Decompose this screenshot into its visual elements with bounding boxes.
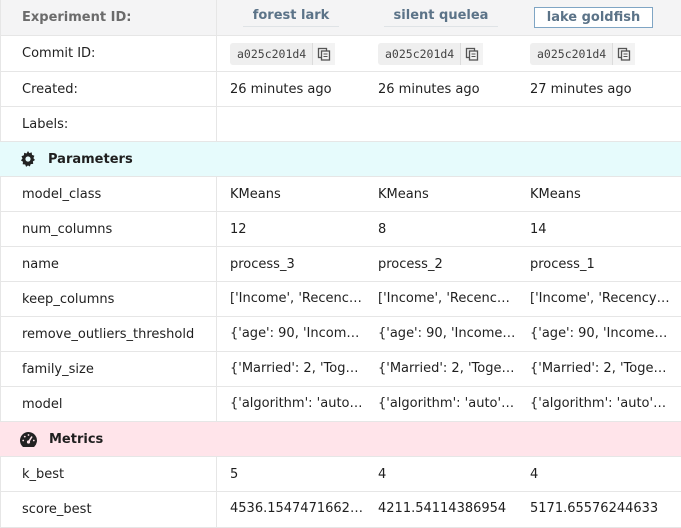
commit-cell: a025c201d4	[217, 36, 365, 71]
metric-value: 4211.54114386954	[378, 501, 507, 516]
param-value: {'algorithm': 'auto', 'n_init': 10}	[378, 396, 517, 411]
param-value: process_2	[378, 256, 443, 272]
param-value: {'Married': 2, 'Together': 2}	[530, 361, 670, 376]
param-value: {'algorithm': 'auto', 'n_init': 10}	[530, 396, 670, 411]
param-value: 14	[530, 221, 547, 237]
param-value: 12	[230, 221, 247, 237]
metrics-section-header[interactable]: Metrics	[0, 422, 681, 457]
param-value: KMeans	[530, 186, 581, 202]
metric-row-k-best: k_best 5 4 4	[0, 457, 681, 492]
labels-value	[365, 107, 517, 141]
row-label: model	[0, 387, 217, 421]
created-value: 27 minutes ago	[530, 81, 632, 97]
commit-cell: a025c201d4	[365, 36, 517, 71]
row-label: name	[0, 247, 217, 281]
metric-value: 5	[230, 466, 239, 482]
section-title-wrap: Parameters	[0, 142, 681, 176]
table-header-row: Experiment ID: forest lark silent quelea…	[0, 0, 681, 36]
metric-row-score-best: score_best 4536.154747166208 4211.541143…	[0, 492, 681, 528]
metric-value: 4	[530, 466, 539, 482]
param-row-num-columns: num_columns 12 8 14	[0, 212, 681, 247]
commit-hash: a025c201d4	[237, 46, 307, 61]
row-label: family_size	[0, 352, 217, 386]
labels-row: Labels:	[0, 107, 681, 142]
row-label: num_columns	[0, 212, 217, 246]
gear-icon	[20, 151, 48, 167]
param-value: {'age': 90, 'Income': 600000}	[530, 326, 670, 341]
param-value: KMeans	[378, 186, 429, 202]
param-value: {'age': 90, 'Income': 600000}	[230, 326, 365, 341]
param-value: process_1	[530, 256, 595, 272]
experiment-header-forest-lark[interactable]: forest lark	[217, 0, 365, 35]
experiment-id-label: Experiment ID:	[0, 0, 217, 35]
metric-value: 4	[378, 466, 387, 482]
param-value: ['Income', 'Recency', 'MntFruits']	[530, 291, 670, 306]
copy-icon[interactable]	[460, 42, 484, 65]
created-value: 26 minutes ago	[378, 81, 480, 97]
row-label: k_best	[0, 457, 217, 491]
experiment-header-silent-quelea[interactable]: silent quelea	[365, 0, 517, 35]
param-row-family-size: family_size {'Married': 2, 'Together': 2…	[0, 352, 681, 387]
section-title: Parameters	[48, 151, 133, 167]
commit-cell: a025c201d4	[517, 36, 670, 71]
param-row-model-class: model_class KMeans KMeans KMeans	[0, 177, 681, 212]
commit-id-chip: a025c201d4	[230, 42, 336, 65]
dashboard-gauge-icon	[20, 431, 49, 447]
created-value: 26 minutes ago	[230, 81, 332, 97]
param-value: KMeans	[230, 186, 281, 202]
param-row-keep-columns: keep_columns ['Income', 'Recency', 'NumW…	[0, 282, 681, 317]
experiment-header-lake-goldfish[interactable]: lake goldfish	[517, 0, 670, 35]
commit-hash: a025c201d4	[537, 46, 607, 61]
param-value: process_3	[230, 256, 295, 272]
copy-icon[interactable]	[612, 42, 636, 65]
row-label: Commit ID:	[0, 36, 217, 71]
param-value: ['Income', 'Recency', 'NumWebVisitsMonth…	[230, 291, 365, 306]
copy-icon[interactable]	[312, 42, 336, 65]
metric-value: 4536.154747166208	[230, 501, 365, 516]
created-row: Created: 26 minutes ago 26 minutes ago 2…	[0, 72, 681, 107]
row-label: Labels:	[0, 107, 217, 141]
param-row-model: model {'algorithm': 'auto', 'n_init': 10…	[0, 387, 681, 422]
row-label: keep_columns	[0, 282, 217, 316]
row-label: score_best	[0, 492, 217, 527]
param-row-name: name process_3 process_2 process_1	[0, 247, 681, 282]
section-title-wrap: Metrics	[0, 422, 681, 456]
metric-value: 5171.65576244633	[530, 501, 659, 516]
labels-value	[517, 107, 670, 141]
row-label: model_class	[0, 177, 217, 211]
section-title: Metrics	[49, 431, 104, 447]
commit-hash: a025c201d4	[385, 46, 455, 61]
param-row-remove-outliers-threshold: remove_outliers_threshold {'age': 90, 'I…	[0, 317, 681, 352]
param-value: {'age': 90, 'Income': 600000}	[378, 326, 517, 341]
param-value: 8	[378, 221, 387, 237]
parameters-section-header[interactable]: Parameters	[0, 142, 681, 177]
param-value: {'algorithm': 'auto', 'n_init': 10}	[230, 396, 365, 411]
row-label: Created:	[0, 72, 217, 106]
param-value: {'Married': 2, 'Together': 2}	[378, 361, 517, 376]
param-value: ['Income', 'Recency', 'MntWines']	[378, 291, 517, 306]
param-value: {'Married': 2, 'Together': 2}	[230, 361, 365, 376]
commit-id-row: Commit ID: a025c201d4 a025c201d4 a025c20…	[0, 36, 681, 72]
labels-value	[217, 107, 365, 141]
commit-id-chip: a025c201d4	[378, 42, 484, 65]
commit-id-chip: a025c201d4	[530, 42, 636, 65]
experiment-comparison-table: Experiment ID: forest lark silent quelea…	[0, 0, 681, 528]
row-label: remove_outliers_threshold	[0, 317, 217, 351]
